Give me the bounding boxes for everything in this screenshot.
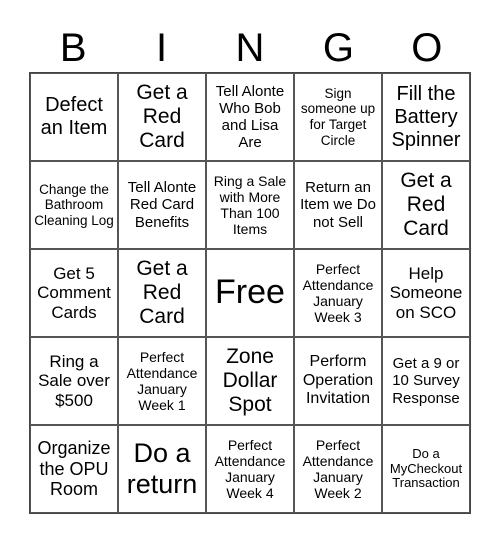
bingo-cell[interactable]: Tell Alonte Red Card Benefits	[118, 161, 206, 249]
bingo-cell[interactable]: Perform Operation Invitation	[294, 337, 382, 425]
header-letter-i: I	[156, 26, 168, 70]
bingo-cell[interactable]: Fill the Battery Spinner	[382, 73, 470, 161]
bingo-cell[interactable]: Perfect Attendance January Week 2	[294, 425, 382, 513]
free-space-cell[interactable]: Free	[206, 249, 294, 337]
header-letter-g: G	[322, 26, 354, 70]
bingo-cell[interactable]: Tell Alonte Who Bob and Lisa Are	[206, 73, 294, 161]
bingo-cell[interactable]: Ring a Sale over $500	[30, 337, 118, 425]
bingo-cell[interactable]: Perfect Attendance January Week 1	[118, 337, 206, 425]
bingo-cell[interactable]: Get a Red Card	[118, 249, 206, 337]
bingo-cell[interactable]: Do a return	[118, 425, 206, 513]
bingo-cell[interactable]: Return an Item we Do not Sell	[294, 161, 382, 249]
bingo-grid: Defect an Item Get a Red Card Tell Alonte …	[29, 72, 471, 514]
bingo-cell[interactable]: Change the Bathroom Cleaning Log	[30, 161, 118, 249]
bingo-cell[interactable]: Organize the OPU Room	[30, 425, 118, 513]
header-letter-o: O	[411, 26, 443, 70]
bingo-cell[interactable]: Sign someone up for Target Circle	[294, 73, 382, 161]
bingo-cell[interactable]: Get a Red Card	[382, 161, 470, 249]
bingo-cell[interactable]: Ring a Sale with More Than 100 Items	[206, 161, 294, 249]
bingo-cell[interactable]: Perfect Attendance January Week 4	[206, 425, 294, 513]
bingo-cell[interactable]: Get 5 Comment Cards	[30, 249, 118, 337]
bingo-cell[interactable]: Perfect Attendance January Week 3	[294, 249, 382, 337]
header-letter-n: N	[235, 26, 265, 70]
bingo-cell[interactable]: Do a MyCheckout Transaction	[382, 425, 470, 513]
bingo-cell[interactable]: Defect an Item	[30, 73, 118, 161]
bingo-cell[interactable]: Help Someone on SCO	[382, 249, 470, 337]
bingo-cell[interactable]: Get a 9 or 10 Survey Response	[382, 337, 470, 425]
bingo-cell[interactable]: Get a Red Card	[118, 73, 206, 161]
bingo-cell[interactable]: Zone Dollar Spot	[206, 337, 294, 425]
bingo-header: B I N G O	[29, 24, 471, 72]
header-letter-b: B	[59, 26, 87, 70]
